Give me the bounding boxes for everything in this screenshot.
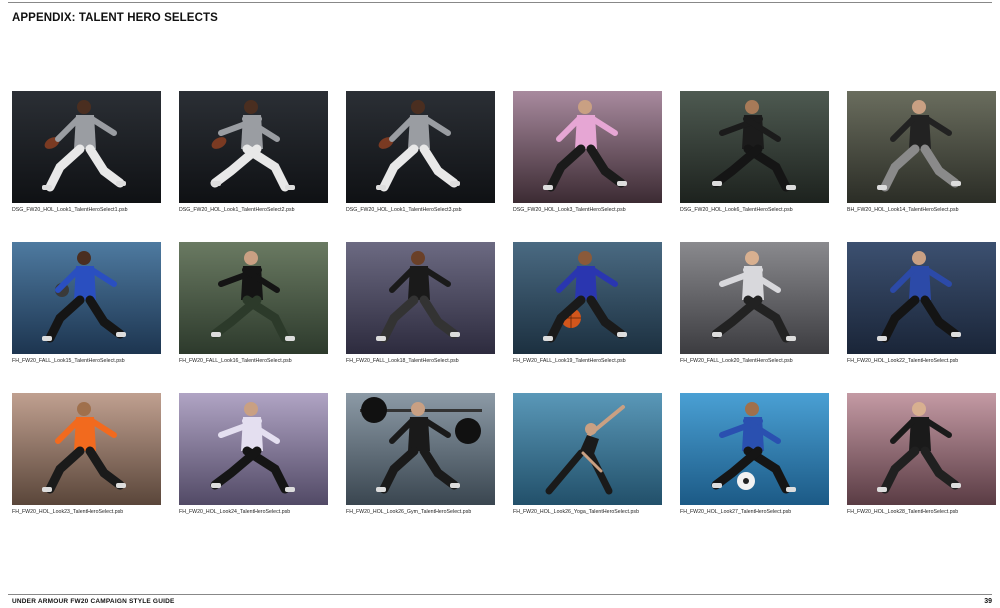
athlete-figure bbox=[711, 100, 796, 192]
athlete-photo bbox=[346, 91, 495, 203]
hero-select-tile: FH_FW20_HOL_Look26_Gym_TalentHeroSelect.… bbox=[346, 393, 495, 544]
athlete-photo bbox=[680, 393, 829, 505]
athlete-photo bbox=[847, 91, 996, 203]
file-caption: FH_FW20_HOL_Look23_TalentHeroSelect.psb bbox=[12, 509, 124, 515]
athlete-photo bbox=[346, 242, 495, 354]
hero-select-tile: DSG_FW20_HOL_Look1_TalentHeroSelect1.psb bbox=[12, 91, 161, 242]
athlete-figure bbox=[42, 402, 126, 494]
hero-select-tile: BH_FW20_HOL_Look14_TalentHeroSelect.psb bbox=[847, 91, 996, 242]
athlete-figure bbox=[877, 402, 961, 494]
athlete-figure bbox=[42, 100, 126, 192]
file-caption: DSG_FW20_HOL_Look3_TalentHeroSelect.psb bbox=[513, 207, 626, 213]
page-number: 39 bbox=[984, 598, 992, 605]
hero-select-tile: FH_FW20_HOL_Look26_Yoga_TalentHeroSelect… bbox=[513, 393, 662, 544]
hero-select-tile: FH_FW20_FALL_Look20_TalentHeroSelect.psb bbox=[680, 242, 829, 393]
file-caption: DSG_FW20_HOL_Look1_TalentHeroSelect2.psb bbox=[179, 207, 295, 213]
file-caption: DSG_FW20_HOL_Look1_TalentHeroSelect1.psb bbox=[12, 207, 128, 213]
hero-select-tile: FH_FW20_FALL_Look15_TalentHeroSelect.psb bbox=[12, 242, 161, 393]
hero-select-tile: DSG_FW20_HOL_Look1_TalentHeroSelect3.psb bbox=[346, 91, 495, 242]
hero-select-tile: FH_FW20_HOL_Look22_TalentHeroSelect.psb bbox=[847, 242, 996, 393]
hero-select-tile: FH_FW20_FALL_Look18_TalentHeroSelect.psb bbox=[346, 242, 495, 393]
file-caption: FH_FW20_FALL_Look20_TalentHeroSelect.psb bbox=[680, 358, 793, 364]
athlete-photo bbox=[513, 242, 662, 354]
top-divider bbox=[8, 2, 992, 3]
athlete-photo bbox=[847, 242, 996, 354]
file-caption: FH_FW20_FALL_Look19_TalentHeroSelect.psb bbox=[513, 358, 626, 364]
athlete-photo bbox=[847, 393, 996, 505]
file-caption: FH_FW20_FALL_Look15_TalentHeroSelect.psb bbox=[12, 358, 125, 364]
file-caption: FH_FW20_HOL_Look26_Yoga_TalentHeroSelect… bbox=[513, 509, 640, 515]
hero-select-tile: FH_FW20_HOL_Look24_TalentHeroSelect.psb bbox=[179, 393, 328, 544]
file-caption: FH_FW20_FALL_Look18_TalentHeroSelect.psb bbox=[346, 358, 459, 364]
athlete-figure bbox=[376, 100, 460, 192]
athlete-figure bbox=[877, 100, 961, 192]
footer-guide-title: UNDER ARMOUR FW20 CAMPAIGN STYLE GUIDE bbox=[12, 598, 175, 605]
athlete-figure bbox=[711, 251, 796, 343]
file-caption: BH_FW20_HOL_Look14_TalentHeroSelect.psb bbox=[847, 207, 959, 213]
athlete-figure bbox=[360, 397, 482, 494]
page-title: APPENDIX: TALENT HERO SELECTS bbox=[12, 12, 218, 24]
athlete-figure bbox=[543, 100, 627, 192]
athlete-photo bbox=[513, 393, 662, 505]
athlete-photo bbox=[680, 242, 829, 354]
file-caption: FH_FW20_HOL_Look28_TalentHeroSelect.psb bbox=[847, 509, 959, 515]
hero-select-tile: FH_FW20_HOL_Look27_TalentHeroSelect.psb bbox=[680, 393, 829, 544]
athlete-figure bbox=[543, 251, 627, 343]
athlete-photo bbox=[179, 91, 328, 203]
file-caption: FH_FW20_HOL_Look24_TalentHeroSelect.psb bbox=[179, 509, 291, 515]
athlete-photo bbox=[12, 393, 161, 505]
file-caption: DSG_FW20_HOL_Look6_TalentHeroSelect.psb bbox=[680, 207, 793, 213]
hero-select-tile: FH_FW20_HOL_Look28_TalentHeroSelect.psb bbox=[847, 393, 996, 544]
hero-select-tile: DSG_FW20_HOL_Look1_TalentHeroSelect2.psb bbox=[179, 91, 328, 242]
athlete-photo bbox=[680, 91, 829, 203]
athlete-figure bbox=[210, 402, 295, 494]
bottom-divider bbox=[8, 594, 992, 595]
hero-select-tile: FH_FW20_FALL_Look16_TalentHeroSelect.psb bbox=[179, 242, 328, 393]
hero-select-tile: FH_FW20_FALL_Look19_TalentHeroSelect.psb bbox=[513, 242, 662, 393]
athlete-figure bbox=[42, 251, 126, 343]
file-caption: FH_FW20_HOL_Look22_TalentHeroSelect.psb bbox=[847, 358, 959, 364]
athlete-figure bbox=[210, 100, 295, 192]
athlete-figure bbox=[376, 251, 460, 343]
file-caption: FH_FW20_HOL_Look26_Gym_TalentHeroSelect.… bbox=[346, 509, 472, 515]
athlete-photo bbox=[179, 242, 328, 354]
hero-select-tile: DSG_FW20_HOL_Look6_TalentHeroSelect.psb bbox=[680, 91, 829, 242]
athlete-photo bbox=[179, 393, 328, 505]
athlete-photo bbox=[12, 242, 161, 354]
file-caption: FH_FW20_HOL_Look27_TalentHeroSelect.psb bbox=[680, 509, 792, 515]
athlete-figure bbox=[877, 251, 961, 343]
hero-selects-grid: DSG_FW20_HOL_Look1_TalentHeroSelect1.psb… bbox=[12, 91, 998, 544]
athlete-photo bbox=[346, 393, 495, 505]
athlete-photo bbox=[12, 91, 161, 203]
athlete-photo bbox=[513, 91, 662, 203]
hero-select-tile: DSG_FW20_HOL_Look3_TalentHeroSelect.psb bbox=[513, 91, 662, 242]
file-caption: FH_FW20_FALL_Look16_TalentHeroSelect.psb bbox=[179, 358, 292, 364]
athlete-figure bbox=[711, 402, 796, 494]
file-caption: DSG_FW20_HOL_Look1_TalentHeroSelect3.psb bbox=[346, 207, 462, 213]
athlete-figure bbox=[545, 405, 625, 495]
athlete-figure bbox=[210, 251, 295, 343]
hero-select-tile: FH_FW20_HOL_Look23_TalentHeroSelect.psb bbox=[12, 393, 161, 544]
